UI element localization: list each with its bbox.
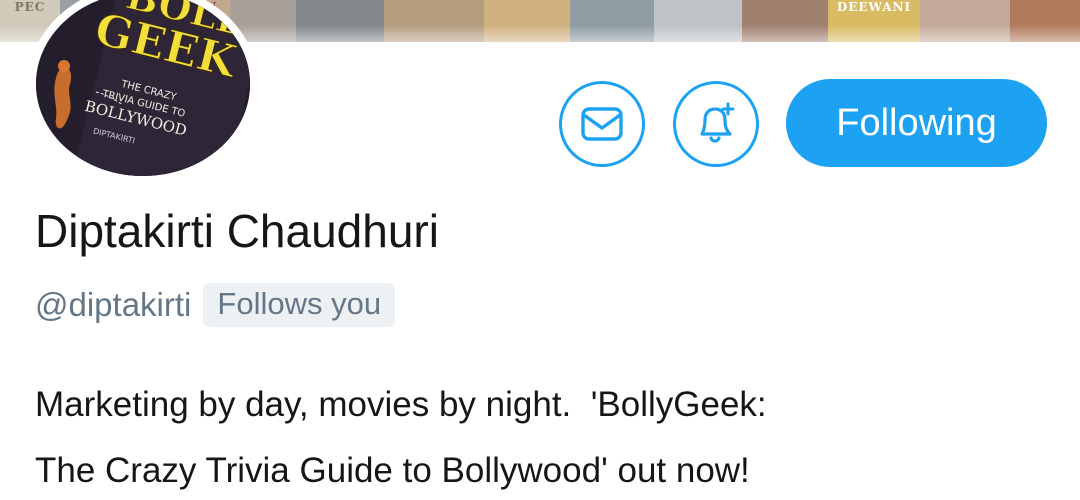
following-button[interactable]: Following xyxy=(786,79,1047,167)
bell-plus-icon xyxy=(700,102,735,143)
book-cover-art: BOLLY GEEK THE CRAZY TRIVIA GUIDE TO BOL… xyxy=(36,0,250,176)
banner-poster xyxy=(384,0,484,42)
banner-poster-text: DEEWANI xyxy=(836,0,912,14)
banner-poster xyxy=(570,0,654,42)
notifications-button[interactable] xyxy=(673,81,759,167)
user-handle[interactable]: @diptakirti xyxy=(35,286,191,324)
banner-poster-text: PEC xyxy=(14,0,46,14)
avatar-image: BOLLY GEEK THE CRAZY TRIVIA GUIDE TO BOL… xyxy=(36,0,250,176)
envelope-icon xyxy=(581,107,623,141)
banner-poster xyxy=(920,0,1010,42)
message-button[interactable] xyxy=(559,81,645,167)
banner-poster xyxy=(484,0,570,42)
follows-you-badge: Follows you xyxy=(203,283,396,327)
banner-poster: DEEWANI xyxy=(828,0,920,42)
profile-page: PECSULTANDEEWANI BOLLY GEEK THE CRAZY TR… xyxy=(0,0,1080,500)
bio-line: The Crazy Trivia Guide to Bollywood' out… xyxy=(35,451,750,490)
handle-row: @diptakirti Follows you xyxy=(35,282,396,328)
bio-line: Marketing by day, movies by night. 'Boll… xyxy=(35,385,767,424)
banner-poster xyxy=(654,0,742,42)
banner-poster xyxy=(742,0,828,42)
banner-poster xyxy=(296,0,384,42)
avatar[interactable]: BOLLY GEEK THE CRAZY TRIVIA GUIDE TO BOL… xyxy=(28,0,258,184)
display-name: Diptakirti Chaudhuri xyxy=(35,205,439,257)
banner-poster xyxy=(1010,0,1080,42)
profile-bio: Marketing by day, movies by night. 'Boll… xyxy=(35,372,1045,500)
